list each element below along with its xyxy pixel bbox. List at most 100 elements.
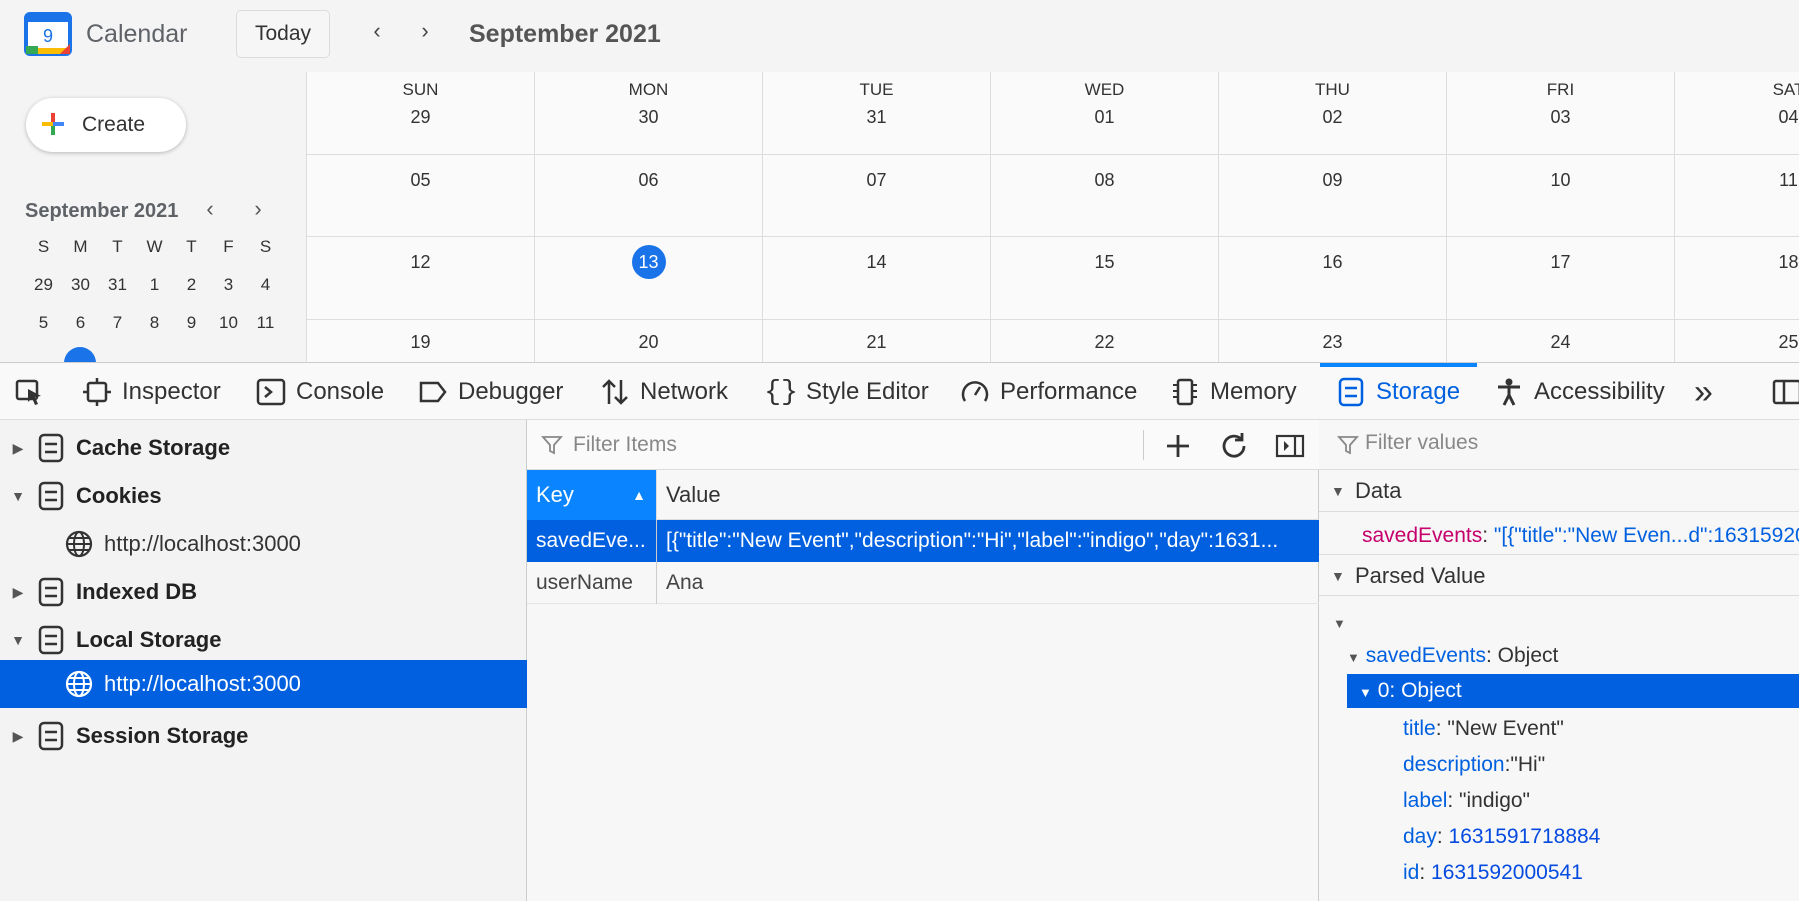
field-row[interactable]: label: "indigo" — [1403, 789, 1530, 813]
day-cell[interactable]: 18 — [1675, 237, 1799, 319]
day-cell[interactable]: WED 01 — [991, 72, 1219, 154]
tree-item-local-storage-localhost[interactable]: http://localhost:3000 — [0, 660, 527, 708]
mini-day[interactable]: 31 — [99, 273, 136, 297]
mini-day[interactable]: 7 — [99, 311, 136, 335]
mini-day[interactable]: 2 — [173, 273, 210, 297]
calendar-logo-icon[interactable]: 9 — [24, 12, 72, 56]
day-cell[interactable]: 12 — [307, 237, 535, 319]
day-cell[interactable]: 23 — [1219, 320, 1447, 362]
mini-day[interactable]: 5 — [25, 311, 62, 335]
next-month-button[interactable]: › — [410, 16, 440, 46]
day-cell[interactable]: 13 — [535, 237, 763, 319]
field-row[interactable]: id: 1631592000541 — [1403, 861, 1583, 885]
create-button[interactable]: Create — [26, 98, 186, 152]
mini-today-marker — [64, 347, 96, 363]
tab-inspector[interactable]: Inspector — [82, 363, 221, 421]
day-cell[interactable]: 10 — [1447, 155, 1675, 236]
expand-arrow-icon[interactable]: ▶ — [0, 440, 36, 457]
expand-arrow-icon[interactable]: ▶ — [0, 728, 36, 745]
tab-debugger[interactable]: Debugger — [418, 363, 563, 421]
toggle-sidebar-button[interactable] — [1273, 429, 1307, 463]
mini-day[interactable]: 29 — [25, 273, 62, 297]
day-number: 08 — [1094, 170, 1115, 190]
filter-values-input[interactable]: Filter values — [1365, 431, 1478, 455]
day-cell[interactable]: 21 — [763, 320, 991, 362]
mini-day[interactable]: 30 — [62, 273, 99, 297]
day-cell[interactable]: 06 — [535, 155, 763, 236]
more-tabs-button[interactable]: » — [1694, 363, 1713, 421]
field-row[interactable]: title: "New Event" — [1403, 717, 1564, 741]
day-cell[interactable]: TUE 31 — [763, 72, 991, 154]
tab-style-editor[interactable]: {} Style Editor — [764, 363, 929, 421]
day-cell[interactable]: 24 — [1447, 320, 1675, 362]
day-cell[interactable]: 11 — [1675, 155, 1799, 236]
tree-item-cookies[interactable]: ▼ Cookies — [0, 472, 527, 520]
object-node-selected[interactable]: ▼ 0: Object — [1347, 674, 1799, 708]
tab-storage[interactable]: Storage — [1336, 363, 1460, 421]
root-node-toggle[interactable]: ▼ — [1333, 610, 1346, 634]
refresh-button[interactable] — [1217, 429, 1251, 463]
field-row[interactable]: description:"Hi" — [1403, 753, 1545, 777]
mini-day[interactable]: 10 — [210, 311, 247, 335]
day-cell[interactable]: 09 — [1219, 155, 1447, 236]
tab-console[interactable]: Console — [256, 363, 384, 421]
mini-prev-button[interactable]: ‹ — [198, 196, 222, 222]
tab-memory[interactable]: Memory — [1170, 363, 1297, 421]
mini-day[interactable]: 1 — [136, 273, 173, 297]
collapse-arrow-icon[interactable]: ▼ — [0, 632, 36, 648]
mini-day[interactable]: 6 — [62, 311, 99, 335]
collapse-arrow-icon[interactable]: ▼ — [0, 488, 36, 504]
day-cell[interactable]: SAT 04 — [1675, 72, 1799, 154]
tab-performance[interactable]: Performance — [960, 363, 1137, 421]
day-cell[interactable]: FRI 03 — [1447, 72, 1675, 154]
parsed-value-section-header[interactable]: ▼ Parsed Value — [1319, 554, 1799, 596]
day-cell[interactable]: 25 — [1675, 320, 1799, 362]
day-cell[interactable]: 16 — [1219, 237, 1447, 319]
tree-item-indexed-db[interactable]: ▶ Indexed DB — [0, 568, 527, 616]
data-section-header[interactable]: ▼ Data — [1319, 470, 1799, 512]
data-entry[interactable]: savedEvents: "[{"title":"New Even...d":1… — [1362, 524, 1799, 548]
day-cell[interactable]: 15 — [991, 237, 1219, 319]
column-header-key[interactable]: Key ▲ — [527, 470, 656, 520]
today-button[interactable]: Today — [236, 10, 330, 58]
tab-accessibility[interactable]: Accessibility — [1494, 363, 1665, 421]
table-row[interactable]: savedEve... [{"title":"New Event","descr… — [527, 520, 1319, 562]
cell-key[interactable]: savedEve... — [527, 520, 656, 562]
day-cell[interactable]: 08 — [991, 155, 1219, 236]
storage-tree: ▶ Cache Storage ▼ Cookies http://localho… — [0, 420, 527, 901]
element-picker-button[interactable] — [14, 363, 44, 421]
prev-month-button[interactable]: ‹ — [362, 16, 392, 46]
day-cell[interactable]: 07 — [763, 155, 991, 236]
mini-day[interactable]: 9 — [173, 311, 210, 335]
table-row[interactable]: userName Ana — [527, 562, 1319, 604]
mini-day[interactable]: 11 — [247, 311, 284, 335]
cell-key[interactable]: userName — [527, 562, 656, 604]
day-cell[interactable]: THU 02 — [1219, 72, 1447, 154]
mini-day[interactable]: 3 — [210, 273, 247, 297]
dock-button[interactable] — [1772, 363, 1799, 421]
cell-value[interactable]: [{"title":"New Event","description":"Hi"… — [656, 520, 1319, 562]
tab-network[interactable]: Network — [600, 363, 728, 421]
day-cell[interactable]: 20 — [535, 320, 763, 362]
cell-value[interactable]: Ana — [656, 562, 1319, 604]
tree-item-cache-storage[interactable]: ▶ Cache Storage — [0, 424, 527, 472]
column-header-value[interactable]: Value — [656, 470, 1319, 520]
field-row[interactable]: day: 1631591718884 — [1403, 825, 1600, 849]
tree-item-session-storage[interactable]: ▶ Session Storage — [0, 712, 527, 760]
tree-item-cookies-localhost[interactable]: http://localhost:3000 — [0, 520, 527, 568]
mini-day[interactable]: 8 — [136, 311, 173, 335]
day-cell[interactable]: 22 — [991, 320, 1219, 362]
filter-items-input[interactable]: Filter Items — [539, 431, 1139, 459]
add-item-button[interactable] — [1161, 429, 1195, 463]
expand-arrow-icon[interactable]: ▶ — [0, 584, 36, 601]
saved-events-node[interactable]: ▼ savedEvents: Object — [1347, 644, 1558, 668]
mini-day[interactable]: 4 — [247, 273, 284, 297]
mini-next-button[interactable]: › — [246, 196, 270, 222]
day-cell[interactable]: SUN 29 — [307, 72, 535, 154]
day-cell[interactable]: 14 — [763, 237, 991, 319]
day-cell[interactable]: 05 — [307, 155, 535, 236]
tree-item-local-storage[interactable]: ▼ Local Storage — [0, 616, 527, 664]
day-cell[interactable]: MON 30 — [535, 72, 763, 154]
day-cell[interactable]: 17 — [1447, 237, 1675, 319]
day-cell[interactable]: 19 — [307, 320, 535, 362]
